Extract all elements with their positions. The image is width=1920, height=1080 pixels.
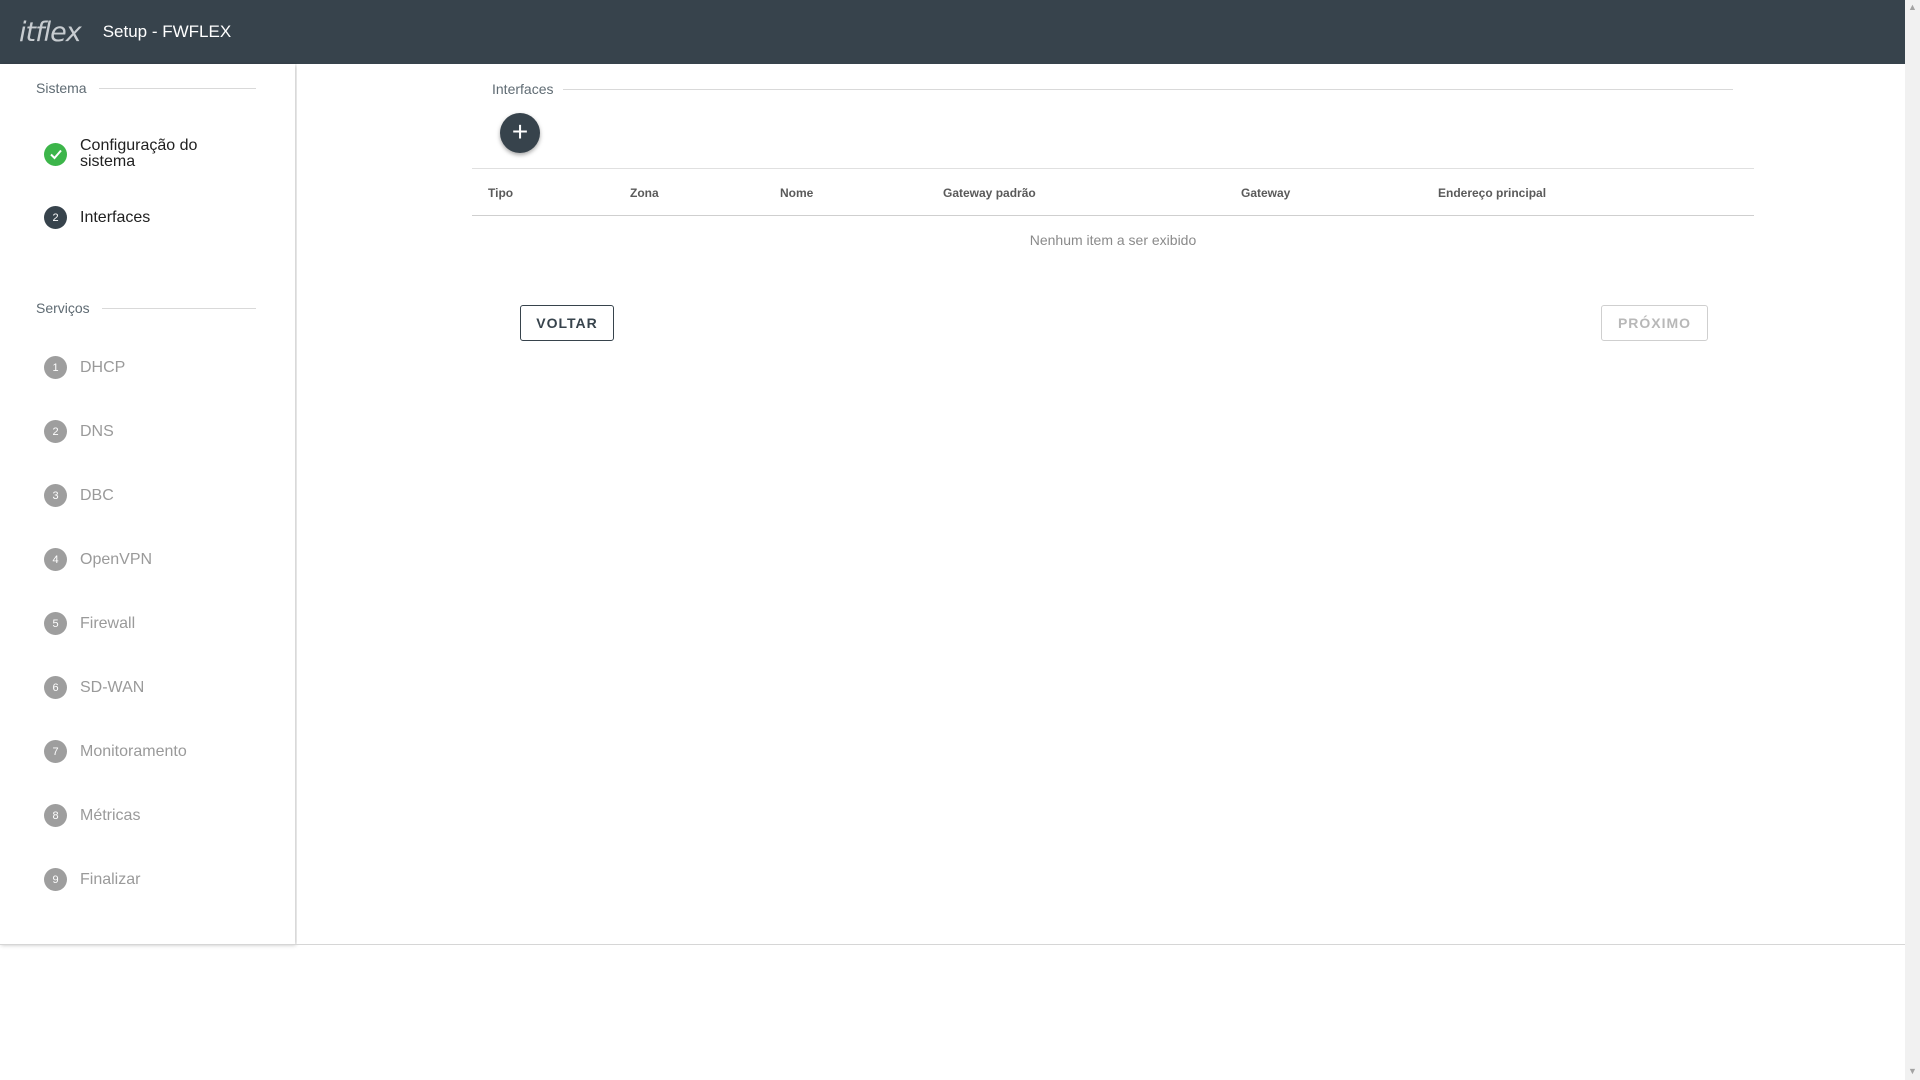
section-header-sistema: Sistema <box>36 80 256 96</box>
content-bottom-border <box>0 944 1905 945</box>
page-title: Setup - FWFLEX <box>102 22 232 41</box>
column-header-tipo[interactable]: Tipo <box>488 186 513 200</box>
vertical-scrollbar[interactable]: ▲ ▼ <box>1905 0 1920 1080</box>
section-title: Serviços <box>36 300 90 316</box>
step-number-badge: 4 <box>44 548 67 571</box>
step-label: Métricas <box>80 806 141 824</box>
step-label: Finalizar <box>80 870 141 888</box>
itflex-logo[interactable]: itflex <box>19 17 82 48</box>
main-content: Interfaces + Tipo Zona Nome Gateway padr… <box>297 64 1905 944</box>
step-number-badge: 6 <box>44 676 67 699</box>
column-header-zona[interactable]: Zona <box>630 186 659 200</box>
step-openvpn[interactable]: 4 OpenVPN <box>44 548 152 571</box>
back-button[interactable]: VOLTAR <box>520 305 614 341</box>
step-number-badge: 1 <box>44 356 67 379</box>
step-number-badge: 7 <box>44 740 67 763</box>
section-title: Interfaces <box>492 81 554 97</box>
step-sd-wan[interactable]: 6 SD-WAN <box>44 676 144 699</box>
step-monitoramento[interactable]: 7 Monitoramento <box>44 740 187 763</box>
section-title: Sistema <box>36 80 87 96</box>
step-number-badge: 5 <box>44 612 67 635</box>
divider <box>563 88 1733 90</box>
step-number-badge: 9 <box>44 868 67 891</box>
step-dns[interactable]: 2 DNS <box>44 420 114 443</box>
step-number-badge: 3 <box>44 484 67 507</box>
top-app-bar: itflex Setup - FWFLEX <box>0 0 1905 64</box>
scroll-up-icon[interactable]: ▲ <box>1908 2 1917 12</box>
plus-icon: + <box>511 116 529 147</box>
empty-table-message: Nenhum item a ser exibido <box>1029 232 1197 248</box>
column-header-gateway-padrao[interactable]: Gateway padrão <box>943 186 1036 200</box>
divider <box>98 87 256 89</box>
step-metricas[interactable]: 8 Métricas <box>44 804 140 827</box>
step-label: Monitoramento <box>80 742 187 760</box>
step-label: SD-WAN <box>80 678 145 696</box>
check-icon <box>44 142 67 166</box>
step-label: DHCP <box>80 358 126 376</box>
step-number-badge: 2 <box>44 206 67 229</box>
step-label: DNS <box>80 422 114 440</box>
step-dhcp[interactable]: 1 DHCP <box>44 356 125 379</box>
step-label: OpenVPN <box>80 550 153 568</box>
interfaces-table: Tipo Zona Nome Gateway padrão Gateway En… <box>472 168 1754 248</box>
step-interfaces[interactable]: 2 Interfaces <box>44 206 150 229</box>
step-number-badge: 2 <box>44 420 67 443</box>
column-header-endereco-principal[interactable]: Endereço principal <box>1438 186 1546 200</box>
step-label: Interfaces <box>80 208 151 226</box>
step-label: Configuração do sistema <box>80 137 198 170</box>
step-dbc[interactable]: 3 DBC <box>44 484 114 507</box>
column-header-nome[interactable]: Nome <box>780 186 813 200</box>
table-header: Tipo Zona Nome Gateway padrão Gateway En… <box>472 168 1754 216</box>
section-header-interfaces: Interfaces <box>492 81 1733 97</box>
section-header-servicos: Serviços <box>36 300 256 316</box>
setup-stepper-sidebar: Sistema Configuração do sistema 2 Interf… <box>0 64 295 944</box>
add-interface-button[interactable]: + <box>500 113 540 153</box>
step-firewall[interactable]: 5 Firewall <box>44 612 135 635</box>
step-label: Firewall <box>80 614 136 632</box>
step-configuracao-do-sistema[interactable]: Configuração do sistema <box>44 138 220 170</box>
scroll-down-icon[interactable]: ▼ <box>1908 1066 1917 1076</box>
divider <box>101 307 256 309</box>
next-button[interactable]: PRÓXIMO <box>1601 305 1708 341</box>
step-finalizar[interactable]: 9 Finalizar <box>44 868 140 891</box>
column-header-gateway[interactable]: Gateway <box>1241 186 1290 200</box>
step-label: DBC <box>80 486 114 504</box>
step-number-badge: 8 <box>44 804 67 827</box>
